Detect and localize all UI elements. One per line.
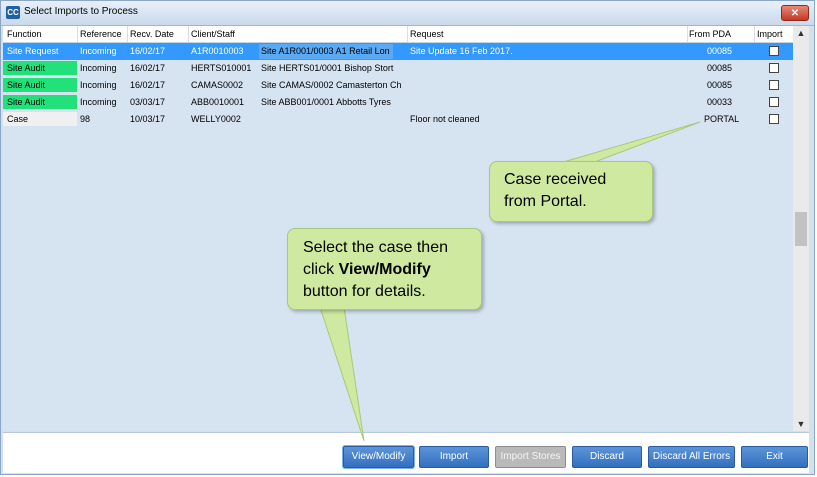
portal-callout-line-1: Case received bbox=[504, 171, 607, 188]
view-modify-button[interactable]: View/Modify bbox=[343, 446, 414, 468]
row-recv-date: 16/02/17 bbox=[130, 46, 166, 56]
row-client: HERTS010001 bbox=[191, 63, 252, 73]
title-bar: CC Select Imports to Process ✕ bbox=[1, 1, 814, 26]
row-recv-date: 03/03/17 bbox=[130, 97, 166, 107]
select-callout-line-2-text: click bbox=[303, 261, 339, 278]
row-import-checkbox[interactable] bbox=[769, 114, 779, 124]
col-header-request[interactable]: Request bbox=[410, 29, 444, 39]
table-row[interactable]: Case 98 10/03/17 WELLY0002 Floor not cle… bbox=[3, 111, 793, 128]
import-stores-button[interactable]: Import Stores bbox=[495, 446, 566, 468]
row-staff: Site HERTS01/0001 Bishop Stort bbox=[261, 63, 394, 73]
select-callout-line-1: Select the case then bbox=[303, 239, 448, 256]
discard-all-errors-button[interactable]: Discard All Errors bbox=[648, 446, 735, 468]
row-function: Case bbox=[3, 112, 77, 126]
row-function: Site Audit bbox=[3, 95, 77, 109]
select-callout-line-2-bold: View/Modify bbox=[338, 261, 431, 278]
row-staff: Site A1R001/0003 A1 Retail Lon bbox=[261, 46, 390, 56]
portal-callout: Case received from Portal. bbox=[489, 161, 653, 222]
row-reference: Incoming bbox=[80, 46, 117, 56]
col-header-function[interactable]: Function bbox=[7, 29, 42, 39]
row-request: Floor not cleaned bbox=[410, 114, 480, 124]
row-client: ABB0010001 bbox=[191, 97, 245, 107]
table-row[interactable]: Site Audit Incoming 16/02/17 CAMAS0002 S… bbox=[3, 77, 793, 94]
row-recv-date: 10/03/17 bbox=[130, 114, 166, 124]
row-function: Site Audit bbox=[3, 61, 77, 75]
select-case-callout: Select the case then click View/Modify b… bbox=[287, 228, 482, 310]
col-header-from-pda[interactable]: From PDA bbox=[689, 29, 731, 39]
row-from-pda: PORTAL bbox=[704, 114, 740, 124]
row-function: Site Request bbox=[7, 46, 59, 56]
row-function: Site Audit bbox=[3, 78, 77, 92]
close-button[interactable]: ✕ bbox=[781, 5, 809, 21]
scroll-thumb[interactable] bbox=[795, 212, 807, 246]
app-icon: CC bbox=[6, 6, 20, 19]
row-from-pda: 00085 bbox=[707, 80, 733, 90]
col-header-recv-date[interactable]: Recv. Date bbox=[130, 29, 174, 39]
row-request: Site Update 16 Feb 2017. bbox=[410, 46, 513, 56]
vertical-scrollbar[interactable]: ▲ ▼ bbox=[793, 26, 809, 431]
discard-button[interactable]: Discard bbox=[572, 446, 642, 468]
row-staff: Site ABB001/0001 Abbotts Tyres bbox=[261, 97, 391, 107]
table-row[interactable]: Site Audit Incoming 16/02/17 HERTS010001… bbox=[3, 60, 793, 77]
window-title: Select Imports to Process bbox=[24, 6, 138, 17]
row-import-checkbox[interactable] bbox=[769, 80, 779, 90]
row-reference: Incoming bbox=[80, 97, 117, 107]
row-reference: Incoming bbox=[80, 80, 117, 90]
row-client: A1R0010003 bbox=[191, 46, 244, 56]
grid-header: Function Reference Recv. Date Client/Sta… bbox=[3, 26, 793, 43]
row-import-checkbox[interactable] bbox=[769, 46, 779, 56]
scroll-down-icon[interactable]: ▼ bbox=[793, 417, 809, 431]
col-header-import[interactable]: Import bbox=[757, 29, 783, 39]
row-staff: Site CAMAS/0002 Camasterton Ch bbox=[261, 80, 401, 90]
import-button[interactable]: Import bbox=[419, 446, 489, 468]
row-client: CAMAS0002 bbox=[191, 80, 244, 90]
scroll-up-icon[interactable]: ▲ bbox=[793, 26, 809, 40]
row-from-pda: 00085 bbox=[707, 46, 733, 56]
button-bar: View/Modify Import Import Stores Discard… bbox=[3, 432, 809, 473]
select-callout-line-3: button for details. bbox=[303, 283, 426, 300]
row-from-pda: 00085 bbox=[707, 63, 733, 73]
row-import-checkbox[interactable] bbox=[769, 63, 779, 73]
row-reference: 98 bbox=[80, 114, 91, 124]
row-client: WELLY0002 bbox=[191, 114, 241, 124]
col-header-reference[interactable]: Reference bbox=[80, 29, 122, 39]
row-recv-date: 16/02/17 bbox=[130, 80, 166, 90]
portal-callout-line-2: from Portal. bbox=[504, 193, 587, 210]
row-from-pda: 00033 bbox=[707, 97, 733, 107]
table-row[interactable]: Site Audit Incoming 03/03/17 ABB0010001 … bbox=[3, 94, 793, 111]
col-header-client-staff[interactable]: Client/Staff bbox=[191, 29, 235, 39]
row-import-checkbox[interactable] bbox=[769, 97, 779, 107]
table-row[interactable]: Site Request Incoming 16/02/17 A1R001000… bbox=[3, 43, 793, 60]
row-reference: Incoming bbox=[80, 63, 117, 73]
select-callout-line-2: click View/Modify bbox=[303, 259, 481, 281]
row-recv-date: 16/02/17 bbox=[130, 63, 166, 73]
exit-button[interactable]: Exit bbox=[741, 446, 808, 468]
